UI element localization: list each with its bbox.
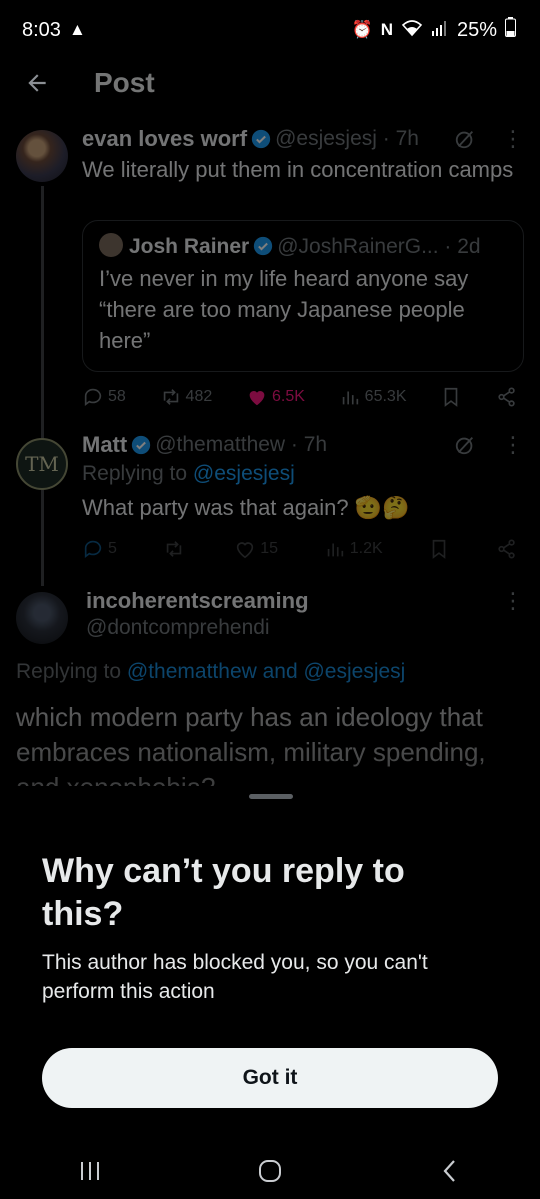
repost-icon bbox=[166, 541, 181, 557]
bookmark-button[interactable] bbox=[428, 538, 450, 560]
reply-button[interactable]: 58 bbox=[82, 386, 126, 408]
author-name[interactable]: evan loves worf bbox=[82, 126, 247, 152]
battery-percent: 25% bbox=[456, 18, 497, 41]
share-button[interactable] bbox=[496, 538, 518, 560]
more-options-icon[interactable]: ⋮ bbox=[502, 434, 524, 456]
quoted-tweet[interactable]: Josh Rainer @JoshRainerG... · 2d I’ve nev… bbox=[82, 220, 524, 372]
author-name[interactable]: incoherentscreaming bbox=[86, 588, 309, 614]
tweet-incoherentscreaming[interactable]: incoherentscreaming ⋮ @dontcomprehendi bbox=[86, 588, 524, 640]
tweet-actions: 5 15 1.2K bbox=[82, 538, 518, 560]
sheet-description: This author has blocked you, so you can'… bbox=[42, 951, 428, 1003]
battery-icon bbox=[505, 17, 516, 43]
repost-icon bbox=[163, 389, 178, 405]
bookmark-button[interactable] bbox=[440, 386, 462, 408]
signal-icon bbox=[431, 19, 449, 42]
tweet-matt[interactable]: Matt @thematthew · 7h ⋮ Replying to @esj… bbox=[82, 432, 524, 523]
repost-button[interactable] bbox=[163, 538, 189, 560]
alarm-icon: ⏰ bbox=[351, 20, 373, 39]
share-button[interactable] bbox=[496, 386, 518, 408]
avatar[interactable]: TM bbox=[16, 438, 68, 490]
nfc-icon: N bbox=[380, 20, 393, 39]
replying-to: Replying to @esjesjesj bbox=[82, 462, 522, 486]
repost-count: 482 bbox=[185, 388, 213, 405]
tweet-evan[interactable]: evan loves worf @esjesjesj · 7h ⋮ We lit… bbox=[82, 126, 524, 185]
app-bar: Post bbox=[0, 60, 540, 106]
bottom-sheet: Why can’t you reply to this? This author… bbox=[0, 786, 540, 1199]
thread-line bbox=[41, 186, 44, 586]
wifi-icon bbox=[401, 19, 423, 42]
grok-icon[interactable] bbox=[454, 434, 476, 456]
bookmark-icon bbox=[432, 539, 446, 559]
system-nav-bar bbox=[0, 1143, 540, 1199]
quote-author-handle: @JoshRainerG... · 2d bbox=[277, 235, 481, 258]
like-count: 15 bbox=[260, 540, 279, 557]
author-handle[interactable]: @esjesjesj · 7h bbox=[275, 127, 419, 151]
reply-count: 5 bbox=[108, 540, 117, 557]
quote-avatar bbox=[99, 233, 123, 257]
heart-filled-icon bbox=[249, 391, 265, 406]
verified-badge-icon bbox=[254, 236, 273, 256]
replying-to: Replying to @thematthew and @esjesjesj bbox=[16, 660, 405, 684]
avatar[interactable] bbox=[16, 130, 68, 182]
views-count: 65.3K bbox=[364, 388, 407, 405]
quote-author-name: Josh Rainer bbox=[129, 235, 250, 258]
share-icon bbox=[498, 387, 515, 407]
author-handle[interactable]: @thematthew · 7h bbox=[155, 433, 327, 457]
reply-icon bbox=[84, 388, 102, 406]
heart-icon bbox=[237, 542, 254, 559]
more-options-icon[interactable]: ⋮ bbox=[502, 590, 524, 612]
replying-handles-link[interactable]: @thematthew and @esjesjesj bbox=[127, 660, 405, 683]
tweet-actions: 58 482 6.5K 65.3K bbox=[82, 386, 518, 408]
reply-button[interactable]: 5 bbox=[82, 538, 117, 560]
tweet-text: We literally put them in concentration c… bbox=[82, 157, 514, 182]
tweet-text: What party was that again? 🫡🤔 bbox=[82, 495, 410, 520]
replying-handle-link[interactable]: @esjesjesj bbox=[193, 462, 295, 485]
replying-prefix: Replying to bbox=[82, 462, 193, 485]
share-icon bbox=[498, 539, 515, 559]
warning-icon: ▲ bbox=[68, 20, 86, 39]
system-back-button[interactable] bbox=[420, 1151, 480, 1191]
bookmark-icon bbox=[444, 387, 458, 407]
views-count: 1.2K bbox=[349, 540, 383, 557]
author-handle[interactable]: @dontcomprehendi bbox=[86, 616, 522, 640]
reply-count: 58 bbox=[108, 388, 126, 405]
reply-icon bbox=[84, 540, 102, 558]
quote-text: I’ve never in my life heard anyone say “… bbox=[99, 266, 469, 353]
avatar[interactable] bbox=[16, 592, 68, 644]
verified-badge-icon bbox=[251, 129, 271, 149]
status-bar: 8:03 ▲ ⏰ N 25% bbox=[0, 0, 540, 60]
status-time: 8:03 bbox=[22, 18, 61, 41]
sheet-drag-handle[interactable] bbox=[249, 794, 293, 799]
like-count: 6.5K bbox=[272, 388, 305, 405]
like-button[interactable]: 15 bbox=[234, 538, 278, 560]
author-name[interactable]: Matt bbox=[82, 432, 127, 458]
arrow-left-icon bbox=[28, 74, 46, 92]
chevron-left-icon bbox=[443, 1160, 455, 1182]
back-button[interactable] bbox=[0, 60, 74, 106]
views-icon bbox=[342, 391, 358, 405]
page-title: Post bbox=[94, 67, 155, 98]
repost-button[interactable]: 482 bbox=[160, 386, 213, 408]
home-button[interactable] bbox=[240, 1151, 300, 1191]
verified-badge-icon bbox=[132, 435, 151, 455]
like-button[interactable]: 6.5K bbox=[246, 386, 305, 408]
got-it-button[interactable]: Got it bbox=[42, 1048, 498, 1108]
recent-apps-icon bbox=[81, 1162, 99, 1180]
replying-prefix: Replying to bbox=[16, 660, 127, 683]
views-button[interactable]: 1.2K bbox=[324, 538, 383, 560]
sheet-title: Why can’t you reply to this? bbox=[42, 852, 405, 933]
more-options-icon[interactable]: ⋮ bbox=[502, 128, 524, 150]
views-icon bbox=[327, 543, 343, 557]
grok-icon[interactable] bbox=[454, 128, 476, 150]
tweet-text: which modern party has an ideology that … bbox=[16, 702, 486, 790]
recent-apps-button[interactable] bbox=[60, 1151, 120, 1191]
home-icon bbox=[259, 1160, 281, 1182]
views-button[interactable]: 65.3K bbox=[339, 386, 407, 408]
